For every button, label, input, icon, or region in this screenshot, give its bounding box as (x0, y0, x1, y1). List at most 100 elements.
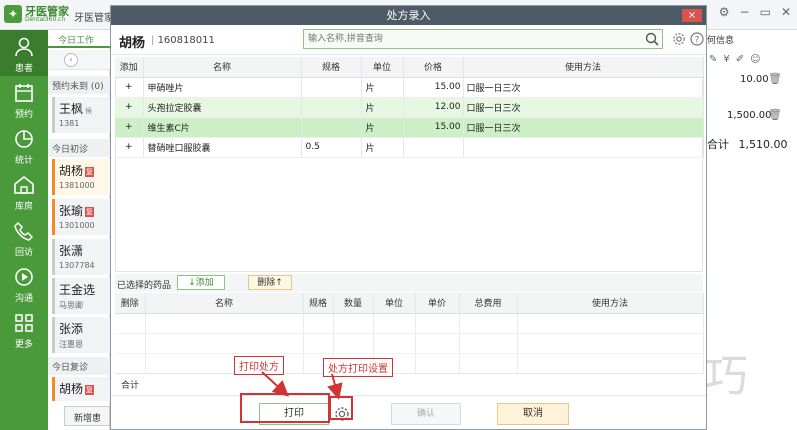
patient-phone: 1381000 (59, 181, 95, 190)
empty-row (115, 333, 704, 354)
settings-annotation-label: 处方打印设置 (323, 358, 393, 377)
sidebar-item-statistics[interactable]: 统计 (0, 122, 48, 168)
drug-search-input[interactable] (304, 30, 644, 48)
drug-spec (301, 117, 362, 138)
charge-amount: 10.00 (740, 74, 769, 85)
section-unarrived[interactable]: 预约未到 (0) (48, 76, 110, 94)
sidebar-item-more[interactable]: 更多 (0, 306, 48, 352)
patient-phone: 汪惠恩 (59, 340, 83, 349)
selected-drugs-bar: 已选择的药品 ↓添加 删除↑ (115, 274, 703, 292)
add-row-icon[interactable]: + (115, 117, 144, 138)
drug-price (403, 137, 464, 158)
sidebar-item-appointments[interactable]: 预约 (0, 76, 48, 122)
column-header: 单价 (415, 293, 460, 314)
add-row-icon[interactable]: + (115, 97, 144, 118)
column-header: 单位 (361, 57, 404, 78)
new-patient-button[interactable]: 新增患 (64, 406, 110, 426)
settings-gear-icon[interactable]: ⚙ (719, 5, 730, 19)
settings-gear-icon[interactable] (672, 32, 686, 46)
drug-unit: 片 (361, 137, 404, 158)
help-icon[interactable]: ? (690, 32, 704, 46)
window-close-icon[interactable]: ✕ (781, 5, 791, 19)
column-header: 名称 (143, 57, 302, 78)
table-row[interactable]: + 甲硝唑片 片 15.00 口服一日三次 (115, 77, 704, 98)
sidebar-item-warehouse[interactable]: 库房 (0, 168, 48, 214)
pie-chart-icon (15, 130, 33, 148)
pen-icon[interactable]: ✐ (736, 54, 744, 68)
column-header: 使用方法 (517, 293, 704, 314)
patient-card[interactable]: 张添 汪惠恩 (52, 317, 110, 353)
patient-phone: 1307784 (59, 261, 95, 270)
patient-phone: 马思卿 (59, 301, 83, 310)
sidebar-item-followup[interactable]: 回访 (0, 214, 48, 260)
patient-card[interactable]: 张瑜复 1301000 (52, 199, 110, 235)
trash-icon[interactable]: 🗑 (768, 108, 782, 121)
patient-name: 王枫 (59, 102, 84, 116)
selected-drugs-table: 删除 名称 规格 数量 单位 单价 总费用 使用方法 (115, 293, 704, 374)
drug-name: 甲硝唑片 (143, 77, 302, 98)
logo-name: 牙医管家 (25, 4, 69, 18)
smile-icon[interactable]: ☺ (750, 54, 760, 68)
patient-card[interactable]: 胡杨复 (52, 377, 110, 401)
empty-row (115, 353, 704, 374)
patient-card[interactable]: 王枫候 1381 (52, 97, 110, 133)
restore-icon[interactable]: ▭ (760, 5, 771, 19)
add-row-icon[interactable]: + (115, 137, 144, 158)
charge-amount: 1,500.00 (727, 110, 772, 121)
print-highlight-box (240, 393, 330, 423)
search-icon[interactable] (645, 32, 659, 46)
patient-name: 张添 (59, 322, 84, 336)
drug-unit: 片 (361, 117, 404, 138)
total-value: 1,510.00 (738, 138, 788, 151)
column-header: 总费用 (459, 293, 518, 314)
patient-phone: 1381 (59, 119, 80, 128)
tab-today-work[interactable]: 今日工作 (48, 30, 110, 48)
add-drug-button[interactable]: ↓添加 (177, 275, 225, 290)
app-title: 牙医管家 (74, 13, 114, 24)
dialog-close-button[interactable]: × (682, 9, 702, 22)
table-row[interactable]: + 替硝唑口服胶囊 0.5 片 (115, 137, 704, 158)
confirm-button[interactable]: 确认 (391, 403, 461, 425)
prev-day-icon[interactable]: ‹ (64, 53, 78, 67)
column-header: 添加 (115, 57, 144, 78)
trash-icon[interactable]: 🗑 (768, 72, 782, 85)
patient-id: | 160818011 (151, 35, 215, 46)
patient-name: 张潇 (59, 244, 84, 258)
sidebar-item-label: 统计 (14, 156, 33, 166)
drug-usage (463, 137, 704, 158)
sidebar-item-label: 预约 (14, 110, 33, 120)
app-logo: ✦ 牙医管家 Dental360.cn (4, 5, 69, 23)
sidebar-item-communication[interactable]: 沟通 (0, 260, 48, 306)
patient-name: 王金选 (59, 283, 96, 297)
table-row[interactable]: + 头孢拉定胶囊 片 12.00 口服一日三次 (115, 97, 704, 118)
column-header: 删除 (115, 293, 146, 314)
remove-drug-button[interactable]: 删除↑ (248, 275, 292, 290)
dialog-titlebar: 处方录入 × (111, 6, 706, 25)
table-row[interactable]: + 维生素C片 片 15.00 口服一日三次 (115, 117, 704, 138)
drug-list-table: 添加 名称 规格 单位 价格 使用方法 + 甲硝唑片 片 15.00 口服一日三… (115, 57, 704, 158)
grid-icon (15, 314, 33, 332)
calendar-icon (15, 84, 33, 102)
drug-unit: 片 (361, 77, 404, 98)
patient-card[interactable]: 胡杨复 1381000 (52, 159, 110, 195)
section-first-visit[interactable]: 今日初诊 (48, 139, 110, 157)
sidebar-item-patients[interactable]: 患者 (0, 30, 48, 76)
yen-icon[interactable]: ¥ (723, 54, 729, 68)
section-revisit[interactable]: 今日复诊 (48, 357, 110, 375)
add-row-icon[interactable]: + (115, 77, 144, 98)
status-badge: 复 (85, 384, 95, 395)
patient-card[interactable]: 张潇 1307784 (52, 239, 110, 275)
patient-name: 胡杨 (59, 164, 84, 178)
status-badge: 复 (85, 166, 95, 177)
patient-icon (15, 37, 33, 57)
drug-spec: 0.5 (301, 137, 362, 158)
cancel-button[interactable]: 取消 (497, 403, 569, 425)
dialog-footer: 打印 确认 取消 (111, 395, 706, 429)
minimize-icon[interactable]: − (740, 5, 750, 19)
patient-phone: 1301000 (59, 221, 95, 230)
edit-icon[interactable]: ✎ (709, 54, 717, 68)
drug-name: 替硝唑口服胶囊 (143, 137, 302, 158)
patient-info-header: 何信息 (707, 36, 735, 46)
patient-card[interactable]: 王金选 马思卿 (52, 278, 110, 314)
sidebar-item-label: 库房 (14, 202, 33, 212)
